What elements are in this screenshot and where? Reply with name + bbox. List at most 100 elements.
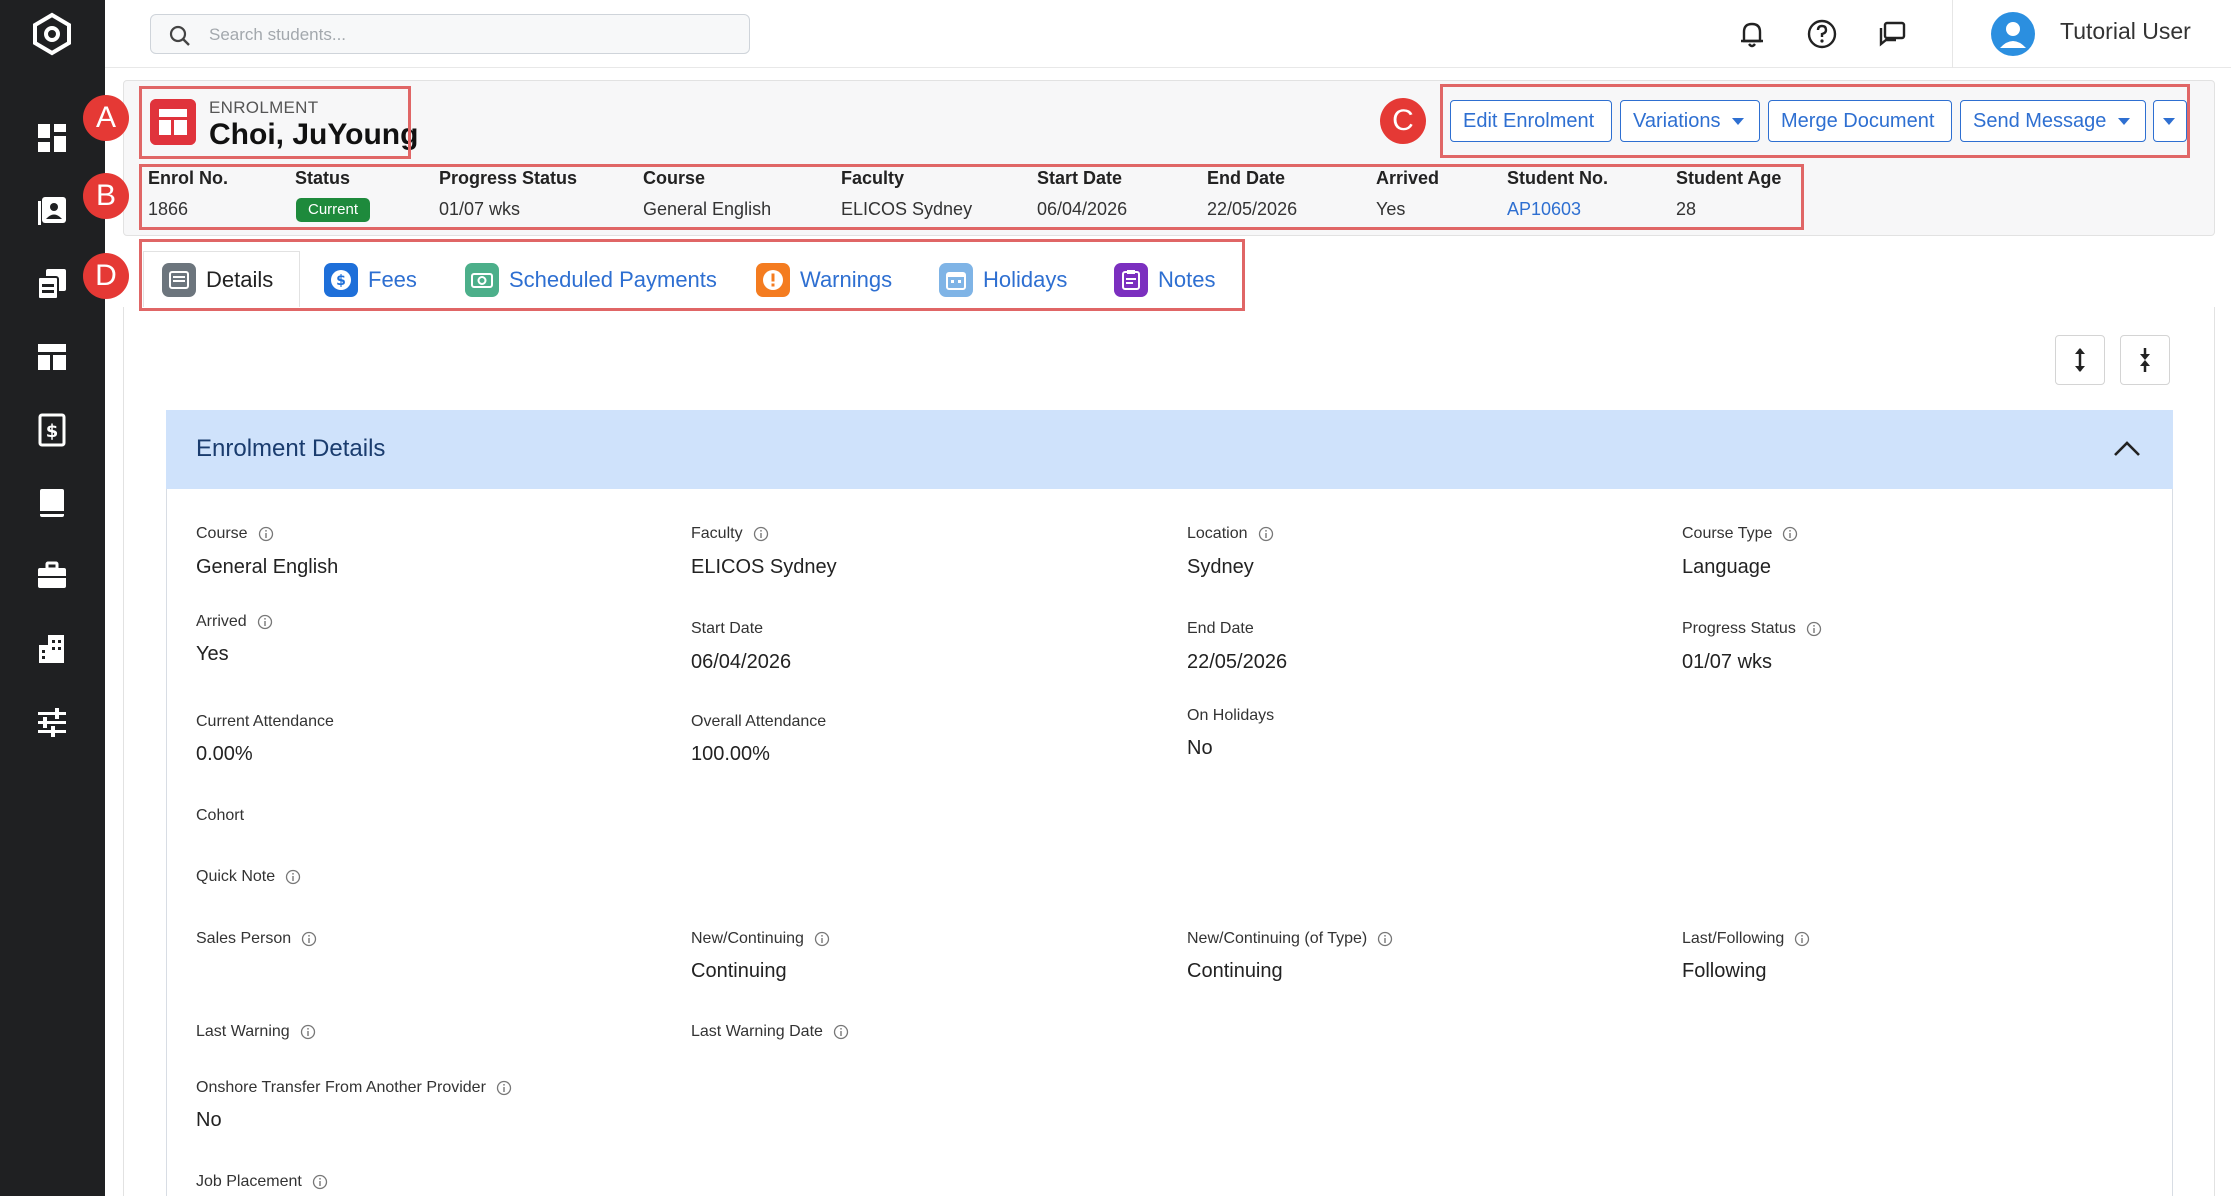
field-value-new-continuing: Continuing [691, 960, 787, 982]
field-value-faculty: ELICOS Sydney [691, 556, 837, 578]
summary-progress: 01/07 wks [439, 199, 521, 219]
help-icon[interactable] [1806, 18, 1838, 50]
summary-header-enrol-no: Enrol No. [148, 168, 228, 188]
collapse-all-button[interactable] [2120, 335, 2170, 385]
summary-header-course: Course [643, 168, 706, 188]
info-icon[interactable] [258, 526, 274, 542]
enrolments-stack-icon[interactable] [34, 266, 70, 302]
tab-holidays[interactable]: Holidays [939, 251, 1067, 308]
student-no-link[interactable]: AP10603 [1507, 199, 1581, 220]
user-name[interactable]: Tutorial User [2060, 18, 2191, 45]
field-label-cohort: Cohort [196, 807, 244, 825]
field-value-end-date: 22/05/2026 [1187, 651, 1288, 673]
tab-warnings[interactable]: Warnings [756, 251, 892, 308]
field-value-progress-status: 01/07 wks [1682, 651, 1773, 673]
details-tab-icon [162, 262, 196, 297]
bell-icon[interactable] [1736, 18, 1768, 50]
field-label-text: Last Warning [196, 1023, 290, 1040]
app-logo-icon[interactable] [30, 12, 74, 56]
field-label-last-following: Last/Following [1682, 930, 1810, 948]
field-value-start-date: 06/04/2026 [691, 651, 792, 673]
send-message-dropdown-button[interactable]: Send Message [1960, 100, 2146, 142]
enrolment-details-title: Enrolment Details [196, 435, 386, 462]
field-label-text: New/Continuing (of Type) [1187, 930, 1368, 947]
svg-text:$: $ [336, 273, 346, 289]
top-bar: Tutorial User [105, 0, 2231, 68]
building-icon[interactable] [34, 631, 70, 667]
summary-header-faculty: Faculty [841, 168, 905, 188]
field-value-current-attendance: 0.00% [196, 743, 253, 765]
tab-fees[interactable]: $ Fees [324, 251, 417, 308]
tab-notes[interactable]: Notes [1114, 251, 1215, 308]
caret-down-icon [2163, 117, 2175, 125]
user-avatar-icon[interactable] [1991, 12, 2035, 56]
annotation-badge-a: A [83, 95, 129, 141]
course-book-icon[interactable] [34, 485, 70, 521]
info-icon[interactable] [833, 1024, 849, 1040]
tab-details-label: Details [206, 266, 274, 292]
svg-text:$: $ [46, 421, 59, 442]
student-contacts-icon[interactable] [34, 193, 70, 229]
field-label-text: Progress Status [1682, 620, 1796, 637]
student-name-heading: Choi, JuYoung [209, 118, 419, 151]
info-icon[interactable] [496, 1080, 512, 1096]
annotation-badge-b: B [83, 173, 129, 219]
merge-document-label: Merge Document [1781, 109, 1935, 132]
warnings-tab-icon [756, 262, 790, 297]
field-label-last-warning: Last Warning [196, 1023, 316, 1041]
search-box[interactable] [150, 14, 750, 54]
enrolment-details-header[interactable] [166, 410, 2173, 489]
more-actions-dropdown-button[interactable] [2153, 100, 2187, 142]
expand-all-button[interactable] [2055, 335, 2105, 385]
field-label-arrived: Arrived [196, 613, 273, 631]
info-icon[interactable] [312, 1174, 328, 1190]
variations-dropdown-button[interactable]: Variations [1620, 100, 1760, 142]
info-icon[interactable] [1806, 621, 1822, 637]
tab-details[interactable]: Details [143, 251, 300, 308]
field-label-new-continuing: New/Continuing [691, 930, 830, 948]
dashboard-icon[interactable] [34, 120, 70, 156]
info-icon[interactable] [1794, 931, 1810, 947]
settings-sliders-icon[interactable] [34, 704, 70, 740]
finance-icon[interactable]: $ [34, 412, 70, 448]
info-icon[interactable] [753, 526, 769, 542]
info-icon[interactable] [257, 614, 273, 630]
info-icon[interactable] [301, 931, 317, 947]
search-input[interactable] [209, 21, 729, 49]
info-icon[interactable] [1258, 526, 1274, 542]
send-message-label: Send Message [1973, 109, 2107, 132]
field-value-arrived: Yes [196, 643, 229, 665]
info-icon[interactable] [1782, 526, 1798, 542]
tab-warnings-label: Warnings [800, 266, 893, 292]
field-label-text: Last/Following [1682, 930, 1785, 947]
fees-tab-icon: $ [324, 262, 358, 297]
tab-holidays-label: Holidays [983, 266, 1068, 292]
field-label-text: Sales Person [196, 930, 292, 947]
field-label-text: Faculty [691, 525, 743, 542]
enrolment-type-label: ENROLMENT [209, 98, 319, 117]
info-icon[interactable] [814, 931, 830, 947]
holidays-tab-icon [939, 262, 973, 297]
field-label-last-warning-date: Last Warning Date [691, 1023, 849, 1041]
info-icon[interactable] [1377, 931, 1393, 947]
edit-enrolment-button[interactable]: Edit Enrolment [1450, 100, 1612, 142]
tab-scheduled-payments[interactable]: Scheduled Payments [465, 251, 717, 308]
field-value-overall-attendance: 100.00% [691, 743, 770, 765]
field-label-sales-person: Sales Person [196, 930, 317, 948]
info-icon[interactable] [285, 869, 301, 885]
summary-header-end-date: End Date [1207, 168, 1286, 188]
field-value-course: General English [196, 556, 339, 578]
summary-header-arrived: Arrived [1376, 168, 1440, 188]
merge-document-button[interactable]: Merge Document [1768, 100, 1952, 142]
chevron-up-icon[interactable] [2110, 432, 2144, 466]
search-icon [169, 25, 190, 46]
status-badge: Current [296, 198, 371, 222]
info-icon[interactable] [300, 1024, 316, 1040]
field-label-location: Location [1187, 525, 1274, 543]
field-label-text: Location [1187, 525, 1248, 542]
briefcase-icon[interactable] [34, 558, 70, 594]
field-label-current-attendance: Current Attendance [196, 713, 334, 731]
layout-icon[interactable] [34, 339, 70, 375]
messages-icon[interactable] [1876, 18, 1908, 50]
summary-header-student-no: Student No. [1507, 168, 1608, 188]
